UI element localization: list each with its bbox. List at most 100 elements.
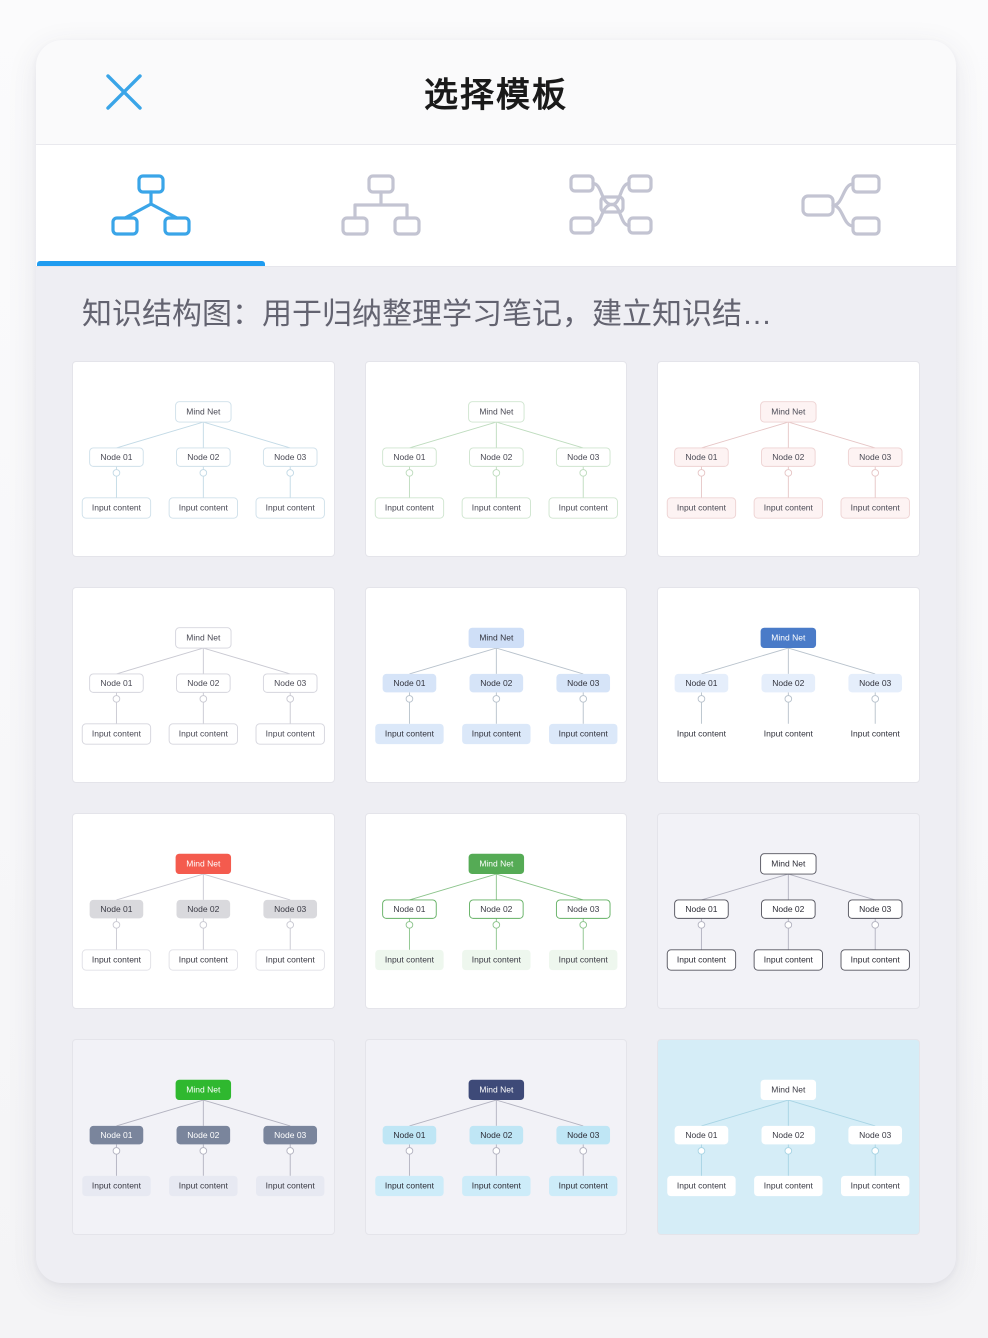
modal-header: 选择模板: [36, 40, 956, 145]
svg-text:Mind Net: Mind Net: [479, 633, 514, 643]
svg-text:Node 03: Node 03: [274, 904, 306, 914]
tab-org-chart[interactable]: [266, 145, 496, 266]
svg-text:Node 03: Node 03: [567, 904, 599, 914]
svg-text:Input content: Input content: [471, 955, 521, 965]
template-preview-red-root-gray: Mind Net Node 01 Node 02 Node 03 Input conte…: [81, 853, 325, 971]
svg-text:Node 02: Node 02: [187, 678, 219, 688]
template-card-blue-outline[interactable]: Mind Net Node 01 Node 02 Node 03 Input conte…: [72, 361, 335, 557]
svg-text:Node 03: Node 03: [567, 1130, 599, 1140]
template-card-cyan-bg-white-nodes[interactable]: Mind Net Node 01 Node 02 Node 03 Input conte…: [657, 1039, 920, 1235]
svg-text:Node 01: Node 01: [100, 452, 132, 462]
svg-text:Input content: Input content: [558, 729, 608, 739]
svg-text:Input content: Input content: [266, 729, 316, 739]
svg-text:Input content: Input content: [266, 955, 316, 965]
template-card-green-root-slate[interactable]: Mind Net Node 01 Node 02 Node 03 Input conte…: [72, 1039, 335, 1235]
svg-text:Node 01: Node 01: [100, 678, 132, 688]
svg-text:Node 03: Node 03: [274, 678, 306, 688]
svg-text:Mind Net: Mind Net: [479, 407, 514, 417]
svg-text:Input content: Input content: [385, 729, 435, 739]
svg-text:Node 01: Node 01: [686, 1130, 718, 1140]
template-card-red-root-gray[interactable]: Mind Net Node 01 Node 02 Node 03 Input conte…: [72, 813, 335, 1009]
svg-text:Node 01: Node 01: [393, 678, 425, 688]
svg-text:Input content: Input content: [677, 1181, 727, 1191]
template-preview-navy-root-blue: Mind Net Node 01 Node 02 Node 03 Input conte…: [667, 627, 910, 745]
svg-text:Mind Net: Mind Net: [772, 633, 807, 643]
template-preview-green-root-slate: Mind Net Node 01 Node 02 Node 03 Input conte…: [82, 1079, 325, 1197]
svg-text:Input content: Input content: [471, 1181, 521, 1191]
tree-diagonal-icon: [111, 173, 191, 236]
mind-map-bidirectional-icon: [569, 173, 653, 235]
template-preview-pink-outline: Mind Net Node 01 Node 02 Node 03 Input conte…: [667, 401, 911, 519]
svg-text:Node 02: Node 02: [187, 1130, 219, 1140]
svg-text:Input content: Input content: [558, 955, 608, 965]
svg-text:Input content: Input content: [764, 729, 814, 739]
svg-text:Input content: Input content: [179, 1181, 229, 1191]
svg-text:Node 03: Node 03: [859, 678, 891, 688]
svg-text:Node 03: Node 03: [567, 678, 599, 688]
svg-text:Node 02: Node 02: [480, 904, 512, 914]
svg-text:Node 02: Node 02: [773, 904, 805, 914]
category-description: 知识结构图：用于归纳整理学习笔记，建立知识结…: [36, 267, 956, 355]
svg-text:Input content: Input content: [92, 729, 142, 739]
svg-text:Input content: Input content: [764, 503, 814, 513]
svg-text:Input content: Input content: [92, 1181, 142, 1191]
svg-text:Mind Net: Mind Net: [479, 859, 514, 869]
svg-text:Input content: Input content: [266, 503, 316, 513]
svg-text:Node 02: Node 02: [773, 452, 805, 462]
svg-text:Input content: Input content: [677, 955, 727, 965]
template-preview-green-outline: Mind Net Node 01 Node 02 Node 03 Input conte…: [374, 401, 618, 519]
svg-text:Node 01: Node 01: [393, 452, 425, 462]
template-card-green-outline[interactable]: Mind Net Node 01 Node 02 Node 03 Input conte…: [364, 361, 628, 557]
svg-text:Mind Net: Mind Net: [186, 407, 221, 417]
template-preview-soft-blue-fill: Mind Net Node 01 Node 02 Node 03 Input conte…: [374, 627, 618, 745]
svg-text:Node 02: Node 02: [480, 1130, 512, 1140]
template-card-pink-outline[interactable]: Mind Net Node 01 Node 02 Node 03 Input conte…: [657, 361, 920, 557]
svg-text:Node 01: Node 01: [100, 904, 132, 914]
svg-text:Mind Net: Mind Net: [479, 1085, 514, 1095]
svg-text:Input content: Input content: [385, 503, 435, 513]
svg-text:Mind Net: Mind Net: [772, 1085, 807, 1095]
svg-text:Node 02: Node 02: [187, 452, 219, 462]
svg-text:Input content: Input content: [851, 1181, 901, 1191]
svg-text:Node 03: Node 03: [859, 452, 891, 462]
svg-text:Input content: Input content: [764, 955, 814, 965]
svg-text:Input content: Input content: [92, 503, 142, 513]
template-card-gray-outline[interactable]: Mind Net Node 01 Node 02 Node 03 Input conte…: [72, 587, 335, 783]
template-grid: Mind Net Node 01 Node 02 Node 03 Input conte…: [36, 355, 956, 1265]
svg-text:Node 02: Node 02: [187, 904, 219, 914]
svg-text:Mind Net: Mind Net: [186, 859, 221, 869]
tab-mind-map-bidirectional[interactable]: [496, 145, 726, 266]
svg-text:Input content: Input content: [179, 729, 229, 739]
svg-text:Input content: Input content: [764, 1181, 814, 1191]
screen-root: 选择模板 知识结构图：用于归纳整理学习笔记，建立知识结… Mind Net No…: [0, 0, 988, 1338]
svg-text:Input content: Input content: [92, 955, 142, 965]
svg-text:Input content: Input content: [558, 503, 608, 513]
svg-text:Input content: Input content: [851, 729, 901, 739]
template-preview-lavender-dark-outline: Mind Net Node 01 Node 02 Node 03 Input conte…: [667, 853, 911, 971]
tab-active-indicator: [37, 261, 265, 266]
mind-map-right-icon: [801, 173, 881, 236]
svg-text:Node 01: Node 01: [686, 904, 718, 914]
svg-text:Input content: Input content: [385, 955, 435, 965]
tab-tree-diagonal[interactable]: [36, 145, 266, 266]
template-preview-green-root-outline: Mind Net Node 01 Node 02 Node 03 Input conte…: [374, 853, 618, 971]
template-card-navy-root-cyan[interactable]: Mind Net Node 01 Node 02 Node 03 Input conte…: [364, 1039, 628, 1235]
template-card-navy-root-blue[interactable]: Mind Net Node 01 Node 02 Node 03 Input conte…: [657, 587, 920, 783]
svg-text:Input content: Input content: [179, 503, 229, 513]
tab-mind-map-right[interactable]: [726, 145, 956, 266]
svg-text:Mind Net: Mind Net: [772, 859, 807, 869]
template-category-tabs: [36, 145, 956, 267]
svg-text:Input content: Input content: [266, 1181, 316, 1191]
svg-text:Node 01: Node 01: [686, 452, 718, 462]
template-preview-navy-root-cyan: Mind Net Node 01 Node 02 Node 03 Input conte…: [374, 1079, 618, 1197]
svg-text:Mind Net: Mind Net: [186, 1085, 221, 1095]
svg-text:Node 02: Node 02: [773, 1130, 805, 1140]
svg-text:Node 01: Node 01: [686, 678, 718, 688]
page-title: 选择模板: [424, 76, 568, 115]
template-card-green-root-outline[interactable]: Mind Net Node 01 Node 02 Node 03 Input conte…: [364, 813, 628, 1009]
template-card-lavender-dark-outline[interactable]: Mind Net Node 01 Node 02 Node 03 Input conte…: [657, 813, 920, 1009]
select-template-modal: 选择模板 知识结构图：用于归纳整理学习笔记，建立知识结… Mind Net No…: [36, 40, 956, 1283]
svg-text:Node 02: Node 02: [480, 678, 512, 688]
template-card-soft-blue-fill[interactable]: Mind Net Node 01 Node 02 Node 03 Input conte…: [364, 587, 628, 783]
svg-text:Input content: Input content: [558, 1181, 608, 1191]
